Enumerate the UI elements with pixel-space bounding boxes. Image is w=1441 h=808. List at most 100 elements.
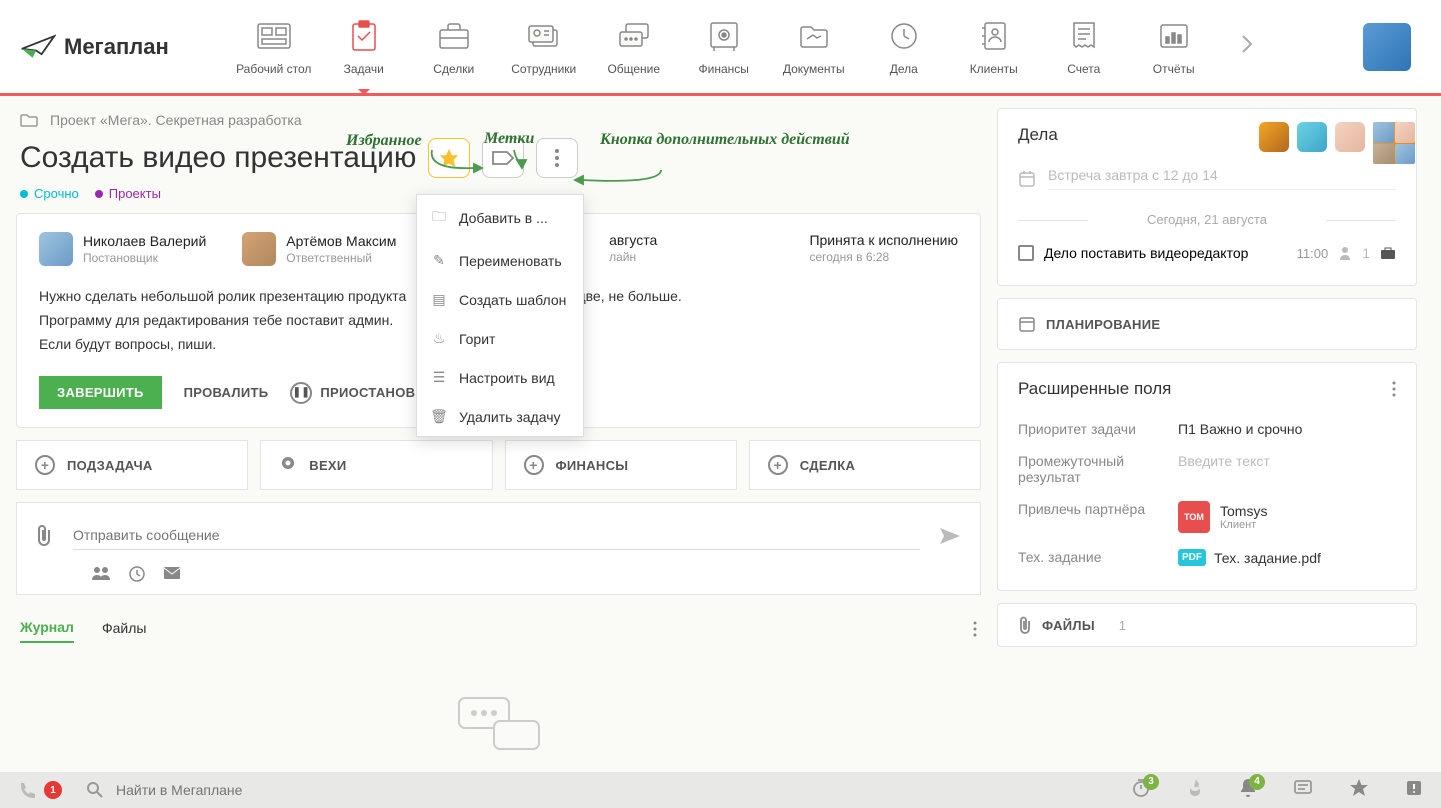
field-interim[interactable]: Промежуточный результатВведите текст bbox=[1018, 445, 1396, 493]
menu-fire[interactable]: ♨Горит bbox=[417, 319, 583, 358]
tag-projects[interactable]: Проекты bbox=[95, 186, 161, 201]
folder-open-icon: 🗀 bbox=[431, 206, 447, 230]
tag-icon bbox=[492, 150, 514, 166]
id-cards-icon bbox=[526, 18, 562, 54]
side-extended-fields: Расширенные поля Приоритет задачиП1 Важн… bbox=[997, 362, 1417, 591]
nav-biz[interactable]: Дела bbox=[859, 10, 949, 84]
alert-button[interactable] bbox=[1405, 779, 1423, 802]
participant-avatar[interactable] bbox=[1335, 122, 1365, 152]
side-planning[interactable]: ПЛАНИРОВАНИЕ bbox=[997, 298, 1417, 350]
nav-tasks[interactable]: Задачи bbox=[319, 10, 409, 84]
menu-template[interactable]: ▤Создать шаблон bbox=[417, 280, 583, 319]
nav-chat[interactable]: Общение bbox=[589, 10, 679, 84]
attachment-icon bbox=[1018, 616, 1032, 634]
trash-icon: 🗑 bbox=[431, 408, 447, 425]
field-spec[interactable]: Тех. заданиеPDFТех. задание.pdf bbox=[1018, 541, 1396, 574]
fire-icon: ♨ bbox=[431, 330, 447, 347]
status-info: Принята к исполнениюсегодня в 6:28 bbox=[809, 232, 958, 264]
message-input[interactable] bbox=[73, 521, 920, 550]
menu-rename[interactable]: ✎Переименовать bbox=[417, 241, 583, 280]
menu-delete[interactable]: 🗑Удалить задачу bbox=[417, 397, 583, 436]
add-finance[interactable]: +ФИНАНСЫ bbox=[505, 440, 737, 490]
annotation-fav: Избранное bbox=[346, 132, 422, 150]
sliders-icon: ☰ bbox=[431, 369, 447, 386]
star-icon bbox=[1349, 778, 1369, 798]
send-icon[interactable] bbox=[938, 526, 962, 546]
clipboard-check-icon bbox=[346, 18, 382, 54]
user-avatar[interactable] bbox=[1363, 23, 1411, 71]
pin-icon bbox=[279, 456, 297, 474]
phone-button[interactable]: 1 bbox=[18, 781, 62, 799]
plus-icon: + bbox=[524, 455, 544, 475]
clock-small-icon[interactable] bbox=[129, 566, 145, 582]
tabs-more[interactable] bbox=[973, 621, 977, 642]
add-milestone[interactable]: ВЕХИ bbox=[260, 440, 492, 490]
annotation-more: Кнопка дополнительных действий bbox=[600, 130, 850, 150]
nav-employees[interactable]: Сотрудники bbox=[499, 10, 589, 84]
complete-button[interactable]: ЗАВЕРШИТЬ bbox=[39, 376, 162, 409]
participant-avatar[interactable] bbox=[1259, 122, 1289, 152]
todo-item[interactable]: Дело поставить видеоредактор 11:00 1 bbox=[1018, 237, 1396, 269]
search-input[interactable] bbox=[116, 782, 416, 798]
desktop-icon bbox=[256, 18, 292, 54]
tab-files[interactable]: Файлы bbox=[102, 620, 146, 642]
safe-icon bbox=[706, 18, 742, 54]
nav-docs[interactable]: Документы bbox=[769, 10, 859, 84]
contacts-icon bbox=[976, 18, 1012, 54]
more-actions-menu: 🗀Добавить в ... ✎Переименовать ▤Создать … bbox=[416, 194, 584, 437]
field-priority[interactable]: Приоритет задачиП1 Важно и срочно bbox=[1018, 413, 1396, 445]
search-icon bbox=[86, 781, 104, 799]
tag-urgent[interactable]: Срочно bbox=[20, 186, 79, 201]
nav-finance[interactable]: Финансы bbox=[679, 10, 769, 84]
receipt-icon bbox=[1066, 18, 1102, 54]
nav-invoices[interactable]: Счета bbox=[1039, 10, 1129, 84]
star-button[interactable] bbox=[1349, 778, 1369, 803]
avatar bbox=[242, 232, 276, 266]
checkbox[interactable] bbox=[1018, 245, 1034, 261]
logo[interactable]: Мегаплан bbox=[20, 29, 169, 65]
calendar-icon bbox=[1018, 315, 1036, 333]
nav-reports[interactable]: Отчёты bbox=[1129, 10, 1219, 84]
attachment-icon[interactable] bbox=[35, 524, 55, 548]
meeting-input[interactable]: Встреча завтра с 12 до 14 bbox=[1018, 159, 1396, 198]
messages-button[interactable] bbox=[1293, 779, 1313, 802]
menu-configure[interactable]: ☰Настроить вид bbox=[417, 358, 583, 397]
pause-icon: ❚❚ bbox=[290, 382, 312, 404]
calendar-icon bbox=[1018, 170, 1036, 188]
nav-desktop[interactable]: Рабочий стол bbox=[229, 10, 319, 84]
add-deal[interactable]: +СДЕЛКА bbox=[749, 440, 981, 490]
nav-more-arrow[interactable] bbox=[1239, 30, 1255, 63]
more-vertical-icon[interactable] bbox=[1392, 381, 1396, 397]
author[interactable]: Николаев ВалерийПостановщик bbox=[39, 232, 206, 266]
favorite-button[interactable] bbox=[428, 138, 470, 178]
menu-add-to[interactable]: 🗀Добавить в ... bbox=[417, 195, 583, 241]
participant-group-avatar[interactable] bbox=[1373, 122, 1415, 164]
annotation-tags: Метки bbox=[484, 130, 534, 148]
pencil-icon: ✎ bbox=[431, 252, 447, 269]
fail-button[interactable]: ПРОВАЛИТЬ bbox=[184, 385, 269, 400]
global-search[interactable] bbox=[86, 781, 1107, 799]
person-small-icon bbox=[1338, 246, 1352, 260]
message-icon bbox=[1293, 779, 1313, 797]
timer-button[interactable]: 3 bbox=[1131, 778, 1151, 803]
deadline-info: августалайн bbox=[609, 232, 657, 264]
fire-button[interactable] bbox=[1187, 778, 1203, 803]
tab-journal[interactable]: Журнал bbox=[20, 619, 74, 643]
nav-deals[interactable]: Сделки bbox=[409, 10, 499, 84]
nav-clients[interactable]: Клиенты bbox=[949, 10, 1039, 84]
alert-icon bbox=[1405, 779, 1423, 797]
side-biz-title: Дела bbox=[1018, 125, 1058, 145]
plus-icon: + bbox=[35, 455, 55, 475]
side-files[interactable]: ФАЙЛЫ 1 bbox=[997, 603, 1417, 647]
add-subtask[interactable]: +ПОДЗАДАЧА bbox=[16, 440, 248, 490]
more-actions-button[interactable] bbox=[536, 138, 578, 178]
app-header: Мегаплан Рабочий стол Задачи Сделки Сотр… bbox=[0, 0, 1441, 96]
field-partner[interactable]: Привлечь партнёраTOMTomsysКлиент bbox=[1018, 493, 1396, 541]
avatar bbox=[39, 232, 73, 266]
people-icon[interactable] bbox=[91, 566, 111, 580]
notifications-button[interactable]: 4 bbox=[1239, 778, 1257, 803]
mail-icon[interactable] bbox=[163, 566, 181, 580]
assignee[interactable]: Артёмов МаксимОтветственный bbox=[242, 232, 396, 266]
participant-avatar[interactable] bbox=[1297, 122, 1327, 152]
folder-icon bbox=[20, 113, 38, 127]
